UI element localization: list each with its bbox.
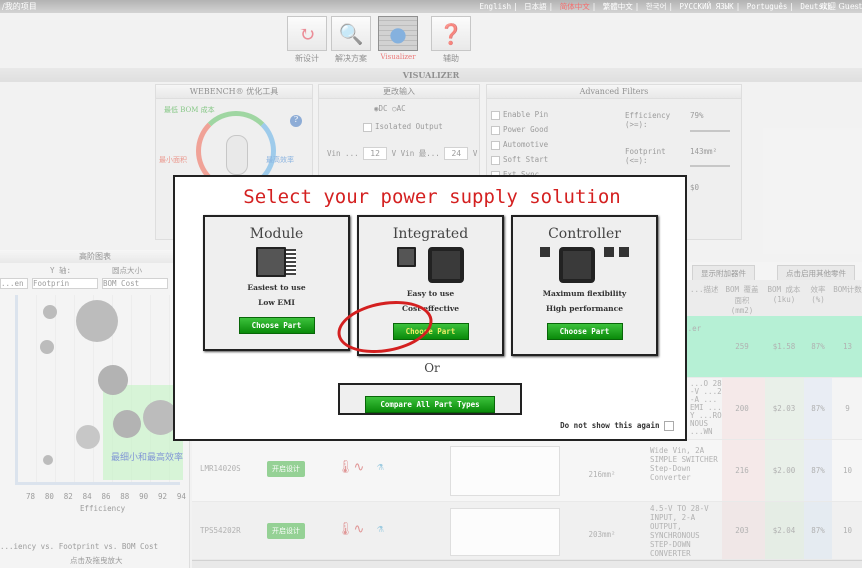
choose-module-button[interactable]: Choose Part (238, 317, 315, 334)
integrated-chip-icon (359, 247, 502, 283)
compare-box: Compare All Part Types (338, 383, 522, 415)
card-line1: Easiest to use (247, 283, 306, 292)
controller-card: Controller Maximum flexibility High perf… (511, 215, 658, 356)
card-title: Module (249, 226, 304, 242)
card-line1: Maximum flexibility (542, 289, 627, 298)
card-line2: Low EMI (258, 298, 295, 307)
dont-show-again[interactable]: Do not show this again (560, 421, 677, 431)
card-line2: High performance (546, 304, 623, 313)
module-card: Module Easiest to use Low EMI Choose Par… (203, 215, 350, 351)
card-line1: Easy to use (406, 289, 455, 298)
solution-type-dialog: Select your power supply solution Module… (173, 175, 687, 441)
dialog-title: Select your power supply solution (243, 186, 621, 208)
dont-show-checkbox[interactable] (664, 421, 674, 431)
card-title: Controller (548, 226, 621, 242)
controller-parts-icon (513, 247, 656, 283)
dont-show-label: Do not show this again (560, 421, 660, 430)
choose-controller-button[interactable]: Choose Part (546, 323, 623, 340)
module-chip-icon (255, 247, 298, 277)
compare-all-button[interactable]: Compare All Part Types (365, 396, 495, 413)
card-title: Integrated (392, 226, 469, 242)
or-label: Or (424, 361, 440, 375)
